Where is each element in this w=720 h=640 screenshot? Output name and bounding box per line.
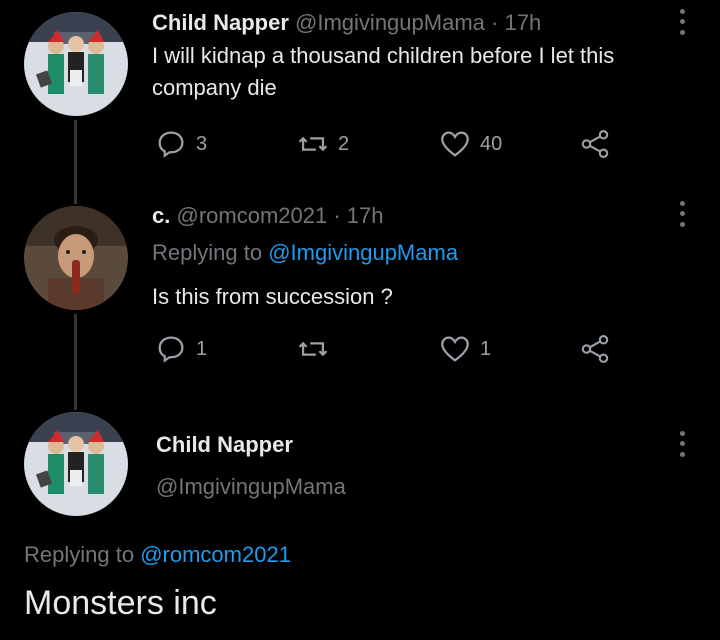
more-vertical-icon — [679, 211, 685, 217]
reply-button[interactable]: 1 — [154, 332, 207, 366]
reply-count: 3 — [196, 132, 208, 155]
more-vertical-icon — [679, 430, 685, 436]
like-count: 40 — [480, 132, 503, 155]
tweet-header: Child Napper @ImgivingupMama · 17h — [152, 10, 541, 36]
timestamp[interactable]: 17h — [347, 203, 384, 228]
replying-prefix: Replying to — [24, 542, 135, 567]
more-vertical-icon — [679, 452, 685, 458]
share-icon — [581, 130, 609, 158]
retweet-button[interactable]: 2 — [296, 127, 349, 161]
thread-line — [74, 314, 77, 410]
tweet-header: c. @romcom2021 · 17h — [152, 203, 384, 229]
avatar-image — [24, 12, 128, 116]
more-button[interactable] — [672, 6, 692, 38]
focused-tweet-text: Monsters inc — [24, 584, 217, 622]
more-vertical-icon — [679, 222, 685, 228]
like-button[interactable]: 40 — [438, 127, 502, 161]
more-vertical-icon — [679, 8, 685, 14]
avatar-image — [24, 412, 128, 516]
reply-icon — [158, 336, 184, 363]
user-handle[interactable]: @ImgivingupMama — [156, 474, 346, 500]
display-name[interactable]: c. — [152, 203, 170, 228]
more-button[interactable] — [672, 428, 692, 460]
retweet-icon — [298, 341, 328, 357]
more-vertical-icon — [679, 30, 685, 36]
user-handle[interactable]: @romcom2021 — [176, 203, 327, 228]
replying-prefix: Replying to — [152, 240, 263, 265]
avatar[interactable] — [24, 12, 128, 116]
more-button[interactable] — [672, 198, 692, 230]
more-vertical-icon — [679, 19, 685, 25]
mention-link[interactable]: @ImgivingupMama — [268, 240, 458, 265]
share-button[interactable] — [578, 127, 612, 161]
timestamp[interactable]: 17h — [504, 10, 541, 35]
avatar-image — [24, 206, 128, 310]
avatar[interactable] — [24, 412, 128, 516]
retweet-icon — [298, 136, 328, 152]
like-count: 1 — [480, 337, 492, 360]
retweet-count: 2 — [338, 132, 350, 155]
tweet-thread: Child Napper @ImgivingupMama · 17h I wil… — [0, 0, 720, 640]
more-vertical-icon — [679, 200, 685, 206]
reply-button[interactable]: 3 — [154, 127, 207, 161]
user-handle[interactable]: @ImgivingupMama — [295, 10, 485, 35]
avatar[interactable] — [24, 206, 128, 310]
display-name[interactable]: Child Napper — [152, 10, 289, 35]
reply-count: 1 — [196, 337, 208, 360]
share-button[interactable] — [578, 332, 612, 366]
share-icon — [581, 335, 609, 363]
more-vertical-icon — [679, 441, 685, 447]
thread-line — [74, 120, 77, 204]
replying-to: Replying to @ImgivingupMama — [152, 240, 458, 266]
mention-link[interactable]: @romcom2021 — [140, 542, 291, 567]
display-name[interactable]: Child Napper — [156, 432, 293, 458]
reply-icon — [158, 131, 184, 158]
tweet-text: Is this from succession ? — [152, 284, 393, 309]
tweet-text: I will kidnap a thousand children before… — [152, 43, 615, 100]
separator: · — [333, 203, 341, 228]
replying-to: Replying to @romcom2021 — [24, 542, 291, 568]
separator: · — [491, 10, 499, 35]
heart-icon — [441, 131, 469, 157]
retweet-button[interactable] — [296, 332, 330, 366]
heart-icon — [441, 336, 469, 362]
like-button[interactable]: 1 — [438, 332, 491, 366]
